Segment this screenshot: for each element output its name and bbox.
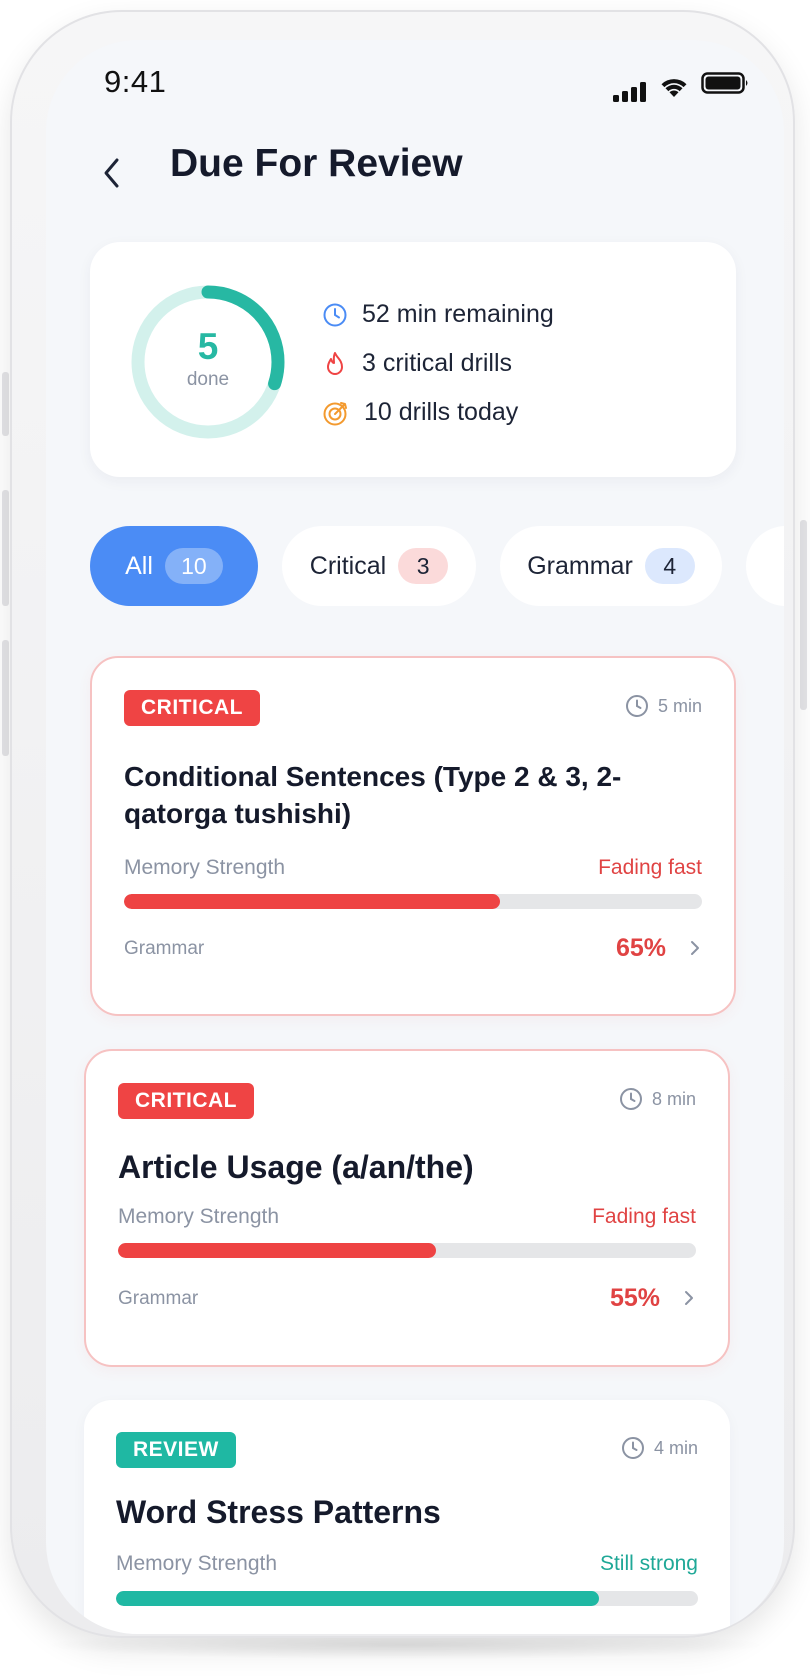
stat-drills-text: 10 drills today [364,398,519,426]
drill-title: Word Stress Patterns [116,1494,441,1530]
memory-strength-status: Still strong [599,1552,698,1575]
clock-icon [625,695,648,717]
stat-drills-today: 10 drills today [322,398,518,427]
stat-time-remaining: 52 min remaining [322,300,554,329]
back-button[interactable] [92,148,132,198]
stat-critical: 3 critical drills [322,349,512,378]
memory-strength-label: Memory Strength [116,1552,278,1575]
filter-chip-grammar-label: Grammar [527,551,633,580]
drill-card[interactable]: REVIEW 4 min Word Stress Patterns Memory… [84,1400,730,1634]
power-button [800,520,807,710]
drill-category: Grammar [118,1288,199,1309]
stat-time-text: 52 min remaining [362,300,554,328]
memory-strength-bar [116,1591,698,1606]
status-bar: 9:41 [46,40,784,140]
chevron-left-icon [104,158,119,188]
mute-switch [2,372,9,436]
duration-text: 5 min [657,695,702,716]
battery-icon [701,72,748,94]
memory-strength-status: Fading fast [592,1205,696,1228]
phone-frame: 9:41 Due For Review 5 done 52 min remain… [10,10,795,1638]
flame-icon [327,351,343,375]
filter-chip-critical[interactable]: Critical 3 [282,526,476,606]
filter-chip-grammar-count: 4 [644,548,695,584]
volume-up-button [2,490,9,606]
wifi-icon [661,79,687,97]
duration-text: 4 min [653,1437,698,1458]
memory-strength-fill [116,1591,600,1606]
filter-chip-all-count: 10 [164,548,223,584]
filter-chip-all-label: All [125,551,153,580]
status-time: 9:41 [104,64,167,99]
duration: 4 min [621,1436,698,1460]
clock-icon [619,1088,642,1110]
app-screen: 9:41 Due For Review 5 done 52 min remain… [46,40,784,1634]
done-label: done [186,369,230,390]
filter-chip-critical-count: 3 [398,548,449,584]
memory-strength-status: Fading fast [598,856,702,879]
summary-card: 5 done 52 min remaining 3 critical drill… [90,242,736,477]
memory-strength-label: Memory Strength [118,1205,280,1228]
done-count: 5 [197,326,219,367]
review-tag: REVIEW [116,1432,236,1468]
duration-text: 8 min [651,1088,696,1109]
clock-icon [621,1437,644,1459]
page-title: Due For Review [170,142,463,185]
drill-percent: 65% [615,934,666,962]
filter-chip-grammar[interactable]: Grammar 4 [500,526,722,606]
volume-down-button [2,640,9,756]
drill-title: Conditional Sentences (Type 2 & 3, 2-qat… [124,761,622,829]
chevron-right-icon [686,934,704,962]
memory-strength-bar [124,894,702,909]
memory-strength-fill [124,894,500,909]
critical-tag: CRITICAL [124,690,260,726]
chevron-right-icon [680,1284,698,1312]
filter-chip-critical-label: Critical [309,551,387,580]
clock-icon [323,303,347,326]
filter-chip-all[interactable]: All 10 [90,526,258,606]
filter-chip-more[interactable] [746,526,784,606]
memory-strength-bar [118,1243,696,1258]
drill-card[interactable]: CRITICAL 8 min Article Usage (a/an/the) … [84,1049,730,1367]
duration: 5 min [625,694,702,718]
drill-title: Article Usage (a/an/the) [118,1149,474,1185]
memory-strength-label: Memory Strength [124,856,286,879]
cellular-signal-icon [613,82,646,102]
target-icon [323,401,347,425]
memory-strength-fill [118,1243,436,1258]
drill-percent: 55% [609,1284,660,1312]
drill-card[interactable]: CRITICAL 5 min Conditional Sentences (Ty… [90,656,736,1016]
stat-critical-text: 3 critical drills [362,349,513,377]
critical-tag: CRITICAL [118,1083,254,1119]
drill-category: Grammar [124,938,205,959]
duration: 8 min [619,1087,696,1111]
